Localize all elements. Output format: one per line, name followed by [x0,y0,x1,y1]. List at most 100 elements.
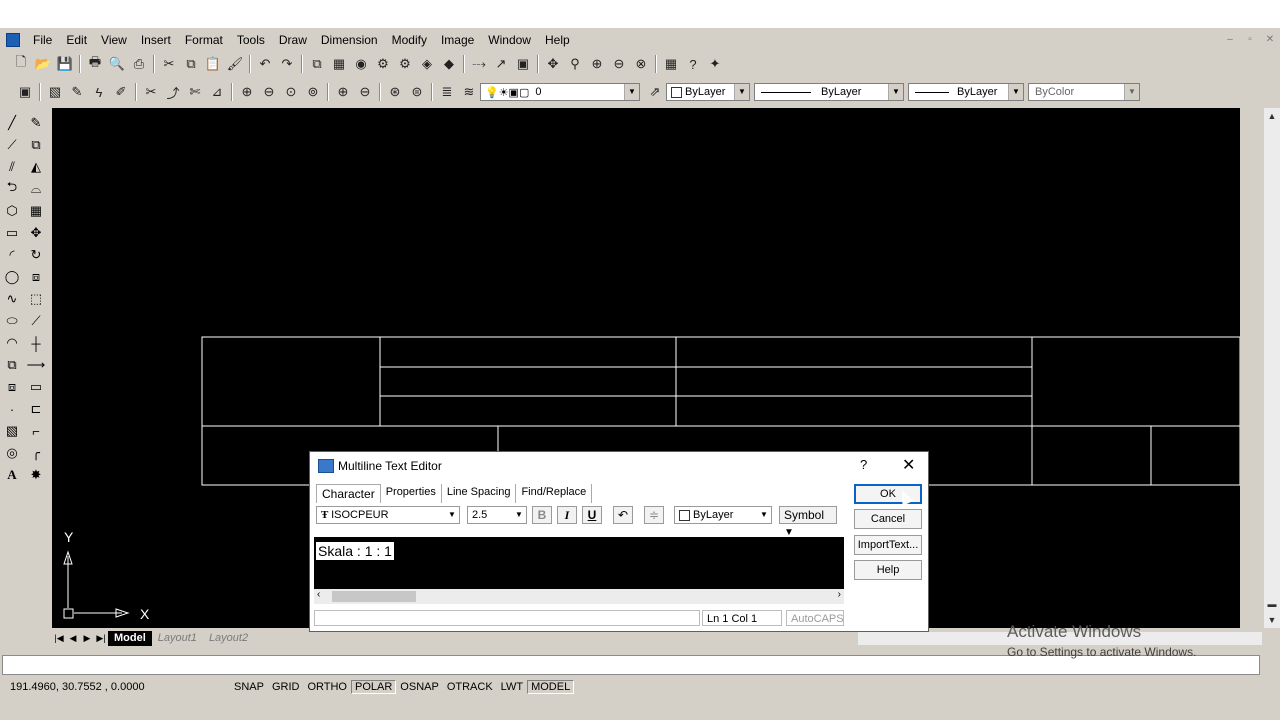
last-tab-icon[interactable]: ▶| [94,632,108,645]
zoom-all-icon[interactable]: ⊙ [280,81,302,103]
menu-modify[interactable]: Modify [385,30,434,50]
ucs-icon[interactable]: ↗ [490,53,512,75]
menu-file[interactable]: File [26,30,59,50]
stretch-icon[interactable]: ⬚ [26,289,46,309]
zoom-object-icon[interactable]: ⊛ [384,81,406,103]
spline-icon[interactable]: ∿ [2,289,22,309]
region-icon[interactable]: ◎ [2,443,22,463]
editor-horizontal-scrollbar[interactable]: ‹ › [314,589,844,604]
break-at-point-icon[interactable]: ▭ [26,377,46,397]
zoom-extents-2-icon[interactable]: ⊚ [302,81,324,103]
lineweight-select[interactable]: ByLayer ▼ [908,83,1024,101]
undo-icon[interactable]: ↶ [613,506,633,524]
erase-icon[interactable]: ✎ [26,113,46,133]
menu-help[interactable]: Help [538,30,577,50]
polygon-icon[interactable]: ⬡ [2,201,22,221]
fillet-icon[interactable]: ╭ [26,443,46,463]
previous-tab-icon[interactable]: ◀ [66,632,80,645]
new-file-icon[interactable]: 🗋 [10,53,32,75]
stack-icon[interactable]: ≑ [644,506,664,524]
lwt-toggle[interactable]: LWT [497,680,527,694]
rotate-icon[interactable]: ↻ [26,245,46,265]
zoom-plus-icon[interactable]: ⊕ [332,81,354,103]
vertical-scrollbar[interactable]: ▲ ▬ ▼ [1264,108,1280,628]
multiline-icon[interactable]: ⫽ [2,157,22,177]
snap-toggle[interactable]: SNAP [230,680,268,694]
tool-palette-icon[interactable]: ⚙ [372,53,394,75]
layer-properties-icon[interactable]: ≣ [436,81,458,103]
zoom-realtime-icon[interactable]: ⚲ [564,53,586,75]
scroll-thumb[interactable]: ▬ [1264,596,1280,612]
menu-view[interactable]: View [94,30,134,50]
app-icon[interactable] [6,33,20,47]
named-views-icon[interactable]: ▣ [512,53,534,75]
extend-icon[interactable]: ⤴ [162,81,184,103]
scale-icon[interactable]: ⧈ [26,267,46,287]
help-icon[interactable]: ? [860,457,867,472]
color-select[interactable]: ByLayer ▼ [666,83,750,101]
text-height-select[interactable]: 2.5 ▼ [467,506,527,524]
scroll-down-icon[interactable]: ▼ [1264,612,1280,628]
distance-icon[interactable]: ⤏ [468,53,490,75]
help-button[interactable]: Help [854,560,922,580]
autocaps-indicator[interactable]: AutoCAPS [786,610,844,626]
zoom-out-icon[interactable]: ⊖ [258,81,280,103]
save-icon[interactable]: 💾 [54,53,76,75]
match-properties-icon[interactable]: 🖌 [224,53,246,75]
copy-icon[interactable]: ⧉ [180,53,202,75]
publish-icon[interactable]: ⎙ [128,53,150,75]
otrack-toggle[interactable]: OTRACK [443,680,497,694]
polyline-draw-icon[interactable]: ⮌ [2,179,22,199]
break-tool-icon[interactable]: ⊏ [26,399,46,419]
menu-window[interactable]: Window [481,30,538,50]
shade-icon[interactable]: ◆ [438,53,460,75]
plotstyle-select[interactable]: ByColor ▼ [1028,83,1140,101]
make-object-layer-current-icon[interactable]: ⇗ [644,81,666,103]
hatch-tool-icon[interactable]: ▧ [2,421,22,441]
array-icon[interactable]: ▦ [26,201,46,221]
chevron-down-icon[interactable]: ▼ [512,507,526,523]
chevron-down-icon[interactable]: ▼ [1008,84,1023,100]
line-icon[interactable]: ╱ [2,113,22,133]
paste-icon[interactable]: 📋 [202,53,224,75]
ellipse-icon[interactable]: ⬭ [2,311,22,331]
lengthen-icon[interactable]: ⟋ [26,311,46,331]
make-block-icon[interactable]: ⧈ [2,377,22,397]
print-preview-icon[interactable]: 🔍 [106,53,128,75]
polyline-icon[interactable]: ϟ [88,81,110,103]
open-file-icon[interactable]: 📂 [32,53,54,75]
cut-icon[interactable]: ✂ [158,53,180,75]
close-icon[interactable]: ✕ [1262,33,1278,47]
grid-toggle[interactable]: GRID [268,680,304,694]
linetype-select[interactable]: ByLayer ▼ [754,83,904,101]
cancel-button[interactable]: Cancel [854,509,922,529]
arc-icon[interactable]: ◜ [2,245,22,265]
osnap-toggle[interactable]: OSNAP [396,680,443,694]
insert-block-icon[interactable]: ⧉ [2,355,22,375]
chevron-down-icon[interactable]: ▼ [445,507,459,523]
layer-manager-small-icon[interactable]: ▣ [14,81,36,103]
text-color-select[interactable]: ByLayer ▼ [674,506,772,524]
pan-realtime-icon[interactable]: ✥ [542,53,564,75]
undo-icon[interactable]: ↶ [254,53,276,75]
scroll-left-icon[interactable]: ‹ [317,589,320,600]
print-icon[interactable]: 🖶 [84,53,106,75]
ellipse-arc-icon[interactable]: ◠ [2,333,22,353]
chamfer-tool-icon[interactable]: ⌐ [26,421,46,441]
chamfer-icon[interactable]: ⊿ [206,81,228,103]
import-text-button[interactable]: ImportText... [854,535,922,555]
chevron-down-icon[interactable]: ▼ [734,84,749,100]
selected-text[interactable]: Skala : 1 : 1 [316,542,394,560]
construction-line-icon[interactable]: ⟋ [2,135,22,155]
zoom-extents-icon[interactable]: ⊗ [630,53,652,75]
copy-object-icon[interactable]: ⧉ [26,135,46,155]
multiline-text-icon[interactable]: A [2,465,22,485]
circle-icon[interactable]: ◯ [2,267,22,287]
close-icon[interactable]: ✕ [902,455,915,475]
tab-model[interactable]: Model [108,631,152,646]
model-toggle[interactable]: MODEL [527,680,575,694]
scroll-up-icon[interactable]: ▲ [1264,108,1280,124]
trim-tool-icon[interactable]: ┼ [26,333,46,353]
zoom-center-icon[interactable]: ⊜ [406,81,428,103]
chevron-down-icon[interactable]: ▼ [624,84,639,100]
